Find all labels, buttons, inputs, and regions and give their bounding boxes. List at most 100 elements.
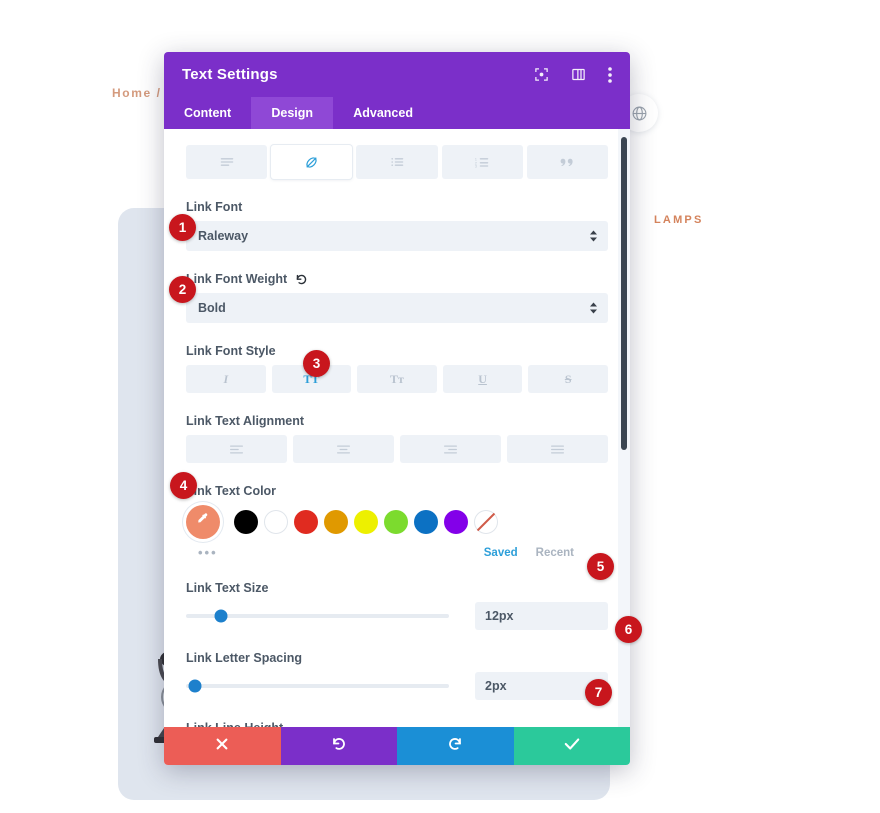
tab-content[interactable]: Content — [164, 97, 251, 129]
link-font-style-label-text: Link Font Style — [186, 344, 276, 358]
link-letter-spacing-label: Link Letter Spacing — [186, 651, 608, 665]
link-letter-spacing-row: 2px — [186, 672, 608, 700]
align-center-button[interactable] — [293, 435, 394, 463]
link-text-size-label-text: Link Text Size — [186, 581, 269, 595]
link-font-value: Raleway — [198, 229, 249, 243]
link-line-height-label-text: Link Line Height — [186, 721, 283, 727]
callout-badge-2: 2 — [169, 276, 196, 303]
paragraph-icon[interactable] — [186, 145, 268, 179]
link-font-label: Link Font — [186, 200, 608, 214]
link-text-color-label: Link Text Color — [186, 484, 608, 498]
link-font-style-group: I TT Tт U S — [186, 365, 608, 393]
focus-icon[interactable] — [534, 67, 549, 82]
save-button[interactable] — [513, 727, 630, 765]
link-font-weight-value: Bold — [198, 301, 226, 315]
recent-colors-tab[interactable]: Recent — [536, 547, 574, 559]
text-settings-modal: Text Settings Content Design Advanced 1 … — [164, 52, 630, 765]
active-color-swatch[interactable] — [186, 505, 220, 539]
underline-button[interactable]: U — [442, 365, 523, 393]
slider-knob[interactable] — [214, 609, 228, 623]
link-text-color-label-text: Link Text Color — [186, 484, 277, 498]
link-text-size-value[interactable]: 12px — [475, 602, 608, 630]
smallcaps-glyph: Tт — [390, 371, 404, 386]
callout-badge-4: 4 — [170, 472, 197, 499]
redo-button[interactable] — [397, 727, 514, 765]
category-label-lamps[interactable]: LAMPS — [654, 214, 704, 226]
link-text-size-row: 12px — [186, 602, 608, 630]
eyedropper-icon — [196, 512, 211, 532]
modal-footer — [164, 727, 630, 765]
swatch-transparent[interactable] — [474, 510, 498, 534]
link-letter-spacing-label-text: Link Letter Spacing — [186, 651, 302, 665]
tab-advanced[interactable]: Advanced — [333, 97, 433, 129]
link-text-alignment-label-text: Link Text Alignment — [186, 414, 305, 428]
swatch-red[interactable] — [294, 510, 318, 534]
link-letter-spacing-slider[interactable] — [186, 677, 475, 695]
link-text-alignment-group — [186, 435, 608, 463]
swatch-purple[interactable] — [444, 510, 468, 534]
underline-glyph: U — [478, 371, 487, 386]
link-text-size-label: Link Text Size — [186, 581, 608, 595]
link-font-weight-label: Link Font Weight — [186, 272, 608, 286]
swatch-black[interactable] — [234, 510, 258, 534]
callout-badge-1: 1 — [169, 214, 196, 241]
unordered-list-icon[interactable] — [356, 145, 438, 179]
quote-icon[interactable] — [526, 145, 609, 179]
link-font-weight-label-text: Link Font Weight — [186, 272, 288, 286]
undo-button[interactable] — [280, 727, 397, 765]
redo-icon — [447, 736, 463, 757]
chevron-updown-icon — [590, 230, 597, 242]
callout-badge-7: 7 — [585, 679, 612, 706]
callout-badge-5: 5 — [587, 553, 614, 580]
link-text-alignment-label: Link Text Alignment — [186, 414, 608, 428]
modal-header: Text Settings — [164, 52, 630, 97]
undo-icon — [331, 736, 347, 757]
chevron-updown-icon — [590, 302, 597, 314]
swatch-white[interactable] — [264, 510, 288, 534]
modal-body: 1 2 3 Link Font Raleway Link Font Weight… — [164, 129, 630, 727]
strikethrough-glyph: S — [564, 371, 572, 386]
ordered-list-icon[interactable]: 1 2 3 — [441, 145, 523, 179]
swatch-orange[interactable] — [324, 510, 348, 534]
close-icon — [215, 737, 229, 756]
link-font-label-text: Link Font — [186, 200, 243, 214]
slider-knob[interactable] — [188, 679, 202, 693]
layout-columns-icon[interactable] — [571, 67, 586, 82]
link-font-weight-select[interactable]: Bold — [186, 293, 608, 323]
align-left-button[interactable] — [186, 435, 287, 463]
reset-icon[interactable] — [295, 273, 308, 286]
link-icon[interactable] — [271, 145, 353, 179]
link-font-select[interactable]: Raleway — [186, 221, 608, 251]
swatch-yellow[interactable] — [354, 510, 378, 534]
screen: Home / LAMPS Text Settings Content Desig… — [0, 0, 880, 813]
format-toolbar: 1 2 3 — [186, 145, 609, 179]
italic-glyph: I — [223, 371, 229, 386]
breadcrumb[interactable]: Home / — [112, 86, 162, 100]
slider-track — [186, 684, 449, 688]
italic-button[interactable]: I — [186, 365, 266, 393]
modal-title: Text Settings — [182, 66, 278, 83]
swatch-green[interactable] — [384, 510, 408, 534]
saved-colors-tab[interactable]: Saved — [484, 547, 518, 559]
align-justify-button[interactable] — [507, 435, 608, 463]
cancel-button[interactable] — [164, 727, 281, 765]
more-colors-button[interactable]: ••• — [186, 545, 218, 560]
callout-badge-3: 3 — [303, 350, 330, 377]
strikethrough-button[interactable]: S — [528, 365, 608, 393]
scrollbar-thumb[interactable] — [621, 137, 627, 450]
svg-text:3: 3 — [475, 164, 478, 169]
tab-design[interactable]: Design — [251, 97, 334, 129]
modal-header-actions — [534, 66, 612, 83]
color-sub-row: ••• Saved Recent — [186, 545, 608, 560]
modal-tabs: Content Design Advanced — [164, 97, 630, 129]
link-text-size-slider[interactable] — [186, 607, 475, 625]
link-line-height-label: Link Line Height — [186, 721, 608, 727]
callout-badge-6: 6 — [615, 616, 642, 643]
align-right-button[interactable] — [400, 435, 501, 463]
link-font-style-label: Link Font Style — [186, 344, 608, 358]
color-swatch-row — [186, 505, 608, 539]
swatch-blue[interactable] — [414, 510, 438, 534]
smallcaps-button[interactable]: Tт — [357, 365, 437, 393]
check-icon — [564, 737, 580, 756]
more-vertical-icon[interactable] — [608, 66, 612, 83]
